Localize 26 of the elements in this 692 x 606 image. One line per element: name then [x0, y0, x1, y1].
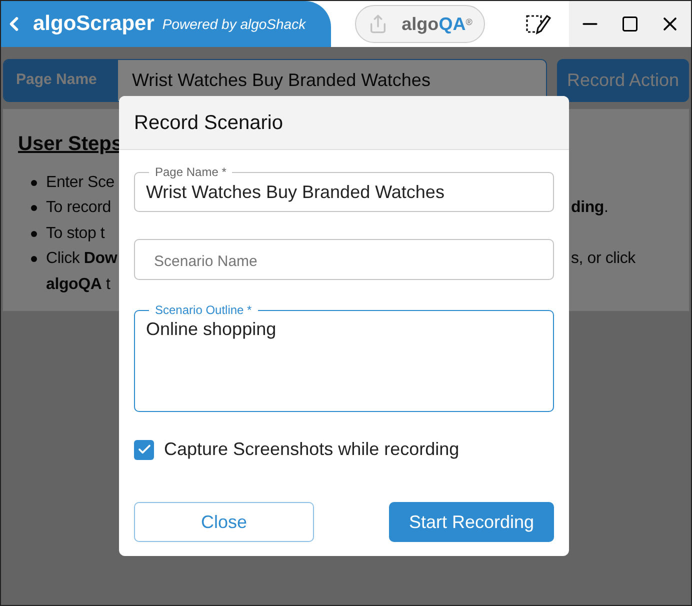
start-recording-button[interactable]: Start Recording: [389, 502, 554, 542]
step-text: Click Dow: [46, 249, 118, 270]
maximize-icon[interactable]: [621, 15, 639, 33]
step-text: Enter Sce: [46, 172, 114, 193]
step-text: ding.: [571, 199, 608, 216]
app-name: algoScraper: [33, 11, 154, 38]
field-frame[interactable]: Scenario Outline * Online shopping: [134, 305, 554, 412]
tagline: Powered by algoShack: [162, 14, 306, 34]
checkbox-label: Capture Screenshots while recording: [164, 438, 460, 461]
algoqa-button[interactable]: algoQA$^{®}$: [354, 5, 486, 43]
steps-heading: User Steps: [18, 132, 122, 157]
share-icon: [368, 14, 388, 34]
field-label: Page Name *: [154, 167, 228, 177]
close-button[interactable]: Close: [134, 502, 314, 542]
input-field[interactable]: Scenario Name: [135, 245, 553, 275]
dialog-title: Record Scenario: [134, 110, 283, 136]
field-label: Scenario Outline *: [154, 305, 253, 315]
field-frame[interactable]: Scenario Name: [134, 239, 554, 280]
input-field[interactable]: Wrist Watches Buy Branded Watches: [135, 177, 553, 207]
step-text: s, or click: [571, 250, 636, 268]
step-text: algoQA t: [46, 274, 110, 295]
step-text: To stop t: [46, 224, 105, 244]
field-frame[interactable]: Page Name * Wrist Watches Buy Branded Watches: [134, 167, 554, 212]
checkbox[interactable]: [134, 440, 154, 460]
text-area[interactable]: Online shopping: [135, 315, 553, 399]
step-text: To record: [46, 198, 111, 218]
